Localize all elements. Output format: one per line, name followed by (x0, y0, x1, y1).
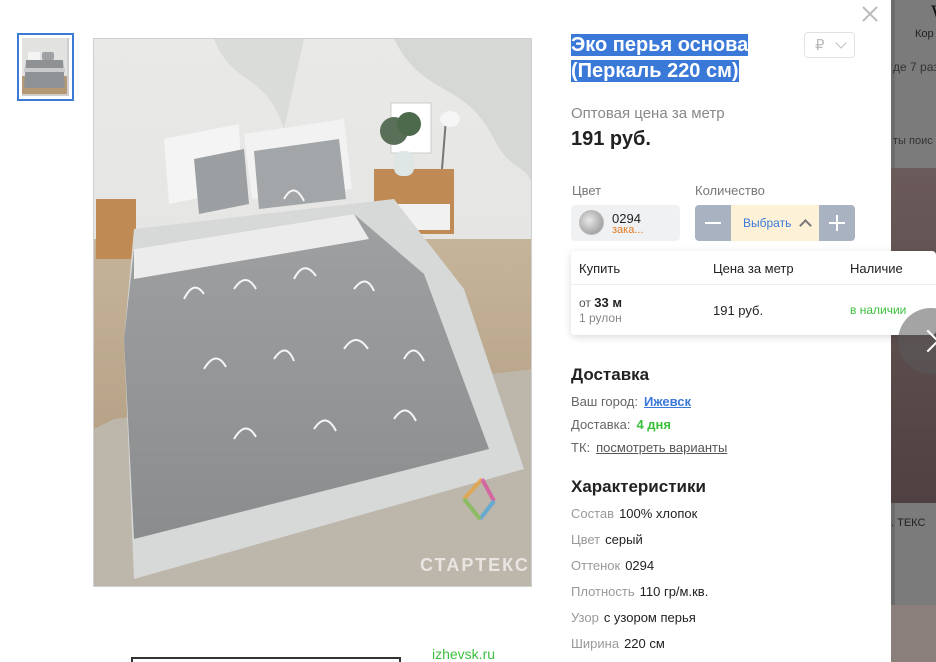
char-row: Узор с узором перья (571, 610, 696, 625)
bottom-panel (131, 657, 401, 662)
offers-header-buy: Купить (579, 261, 621, 276)
char-row: Плотность 110 гр/м.кв. (571, 584, 709, 599)
currency-select[interactable]: ₽ (804, 32, 855, 58)
image-watermark: СТАРТЕКС (420, 555, 530, 575)
product-price: 191 руб. (571, 128, 651, 150)
background-product-image (891, 605, 936, 662)
currency-symbol: ₽ (815, 37, 825, 54)
background-text-kor: Кор (915, 28, 934, 40)
quantity-select-label: Выбрать (743, 216, 792, 230)
minus-button[interactable] (695, 205, 731, 241)
char-row: Ширина 220 см (571, 636, 665, 651)
delivery-time-row: Доставка: 4 дня (571, 417, 671, 432)
offers-dropdown: Купить Цена за метр Наличие от 33 м 1 ру… (571, 251, 936, 335)
background-text: ты поис (893, 135, 933, 147)
offer-price: 191 руб. (713, 303, 764, 318)
city-link[interactable]: Ижевск (644, 394, 691, 409)
background-text: . ТЕКС (891, 517, 926, 529)
offers-divider (571, 284, 936, 285)
color-swatch (579, 210, 604, 235)
char-row: Состав 100% хлопок (571, 506, 698, 521)
offer-min-qty[interactable]: от 33 м (579, 295, 622, 310)
close-icon[interactable] (860, 4, 880, 24)
offer-roll: 1 рулон (579, 311, 622, 325)
color-status: зака... (612, 224, 644, 236)
char-row: Цвет серый (571, 532, 643, 547)
chevron-up-icon (799, 219, 812, 232)
quantity-select[interactable]: Выбрать (731, 205, 819, 241)
delivery-heading: Доставка (571, 365, 650, 384)
delivery-city-row: Ваш город: Ижевск (571, 394, 692, 409)
quantity-stepper: Выбрать (695, 205, 855, 241)
char-row: Оттенок 0294 (571, 558, 655, 573)
offer-stock: в наличии (850, 303, 907, 317)
background-logo-letter: W (931, 0, 936, 26)
color-label: Цвет (572, 183, 602, 198)
thumbnail-image (22, 38, 69, 96)
product-modal: СТАРТЕКС izhevsk.ru Эко перья основа (Пе… (0, 0, 936, 662)
characteristics-heading: Характеристики (571, 477, 706, 496)
chevron-down-icon (835, 37, 847, 49)
tk-variants-link[interactable]: посмотреть варианты (596, 440, 727, 455)
offers-header-price: Цена за метр (713, 261, 794, 276)
offers-header-stock: Наличие (850, 261, 903, 276)
footer-domain: izhevsk.ru (432, 646, 496, 662)
product-thumbnail[interactable] (17, 33, 74, 101)
color-select[interactable]: 0294 зака... (571, 205, 680, 241)
price-label: Оптовая цена за метр (571, 105, 725, 122)
product-main-image (93, 38, 532, 587)
delivery-time: 4 дня (636, 417, 671, 432)
quantity-label: Количество (695, 183, 765, 198)
background-text: де 7 раз (893, 60, 936, 74)
plus-button[interactable] (819, 205, 855, 241)
product-title: Эко перья основа (Перкаль 220 см) (571, 34, 749, 82)
delivery-tk-row: ТК: посмотреть варианты (571, 440, 728, 455)
